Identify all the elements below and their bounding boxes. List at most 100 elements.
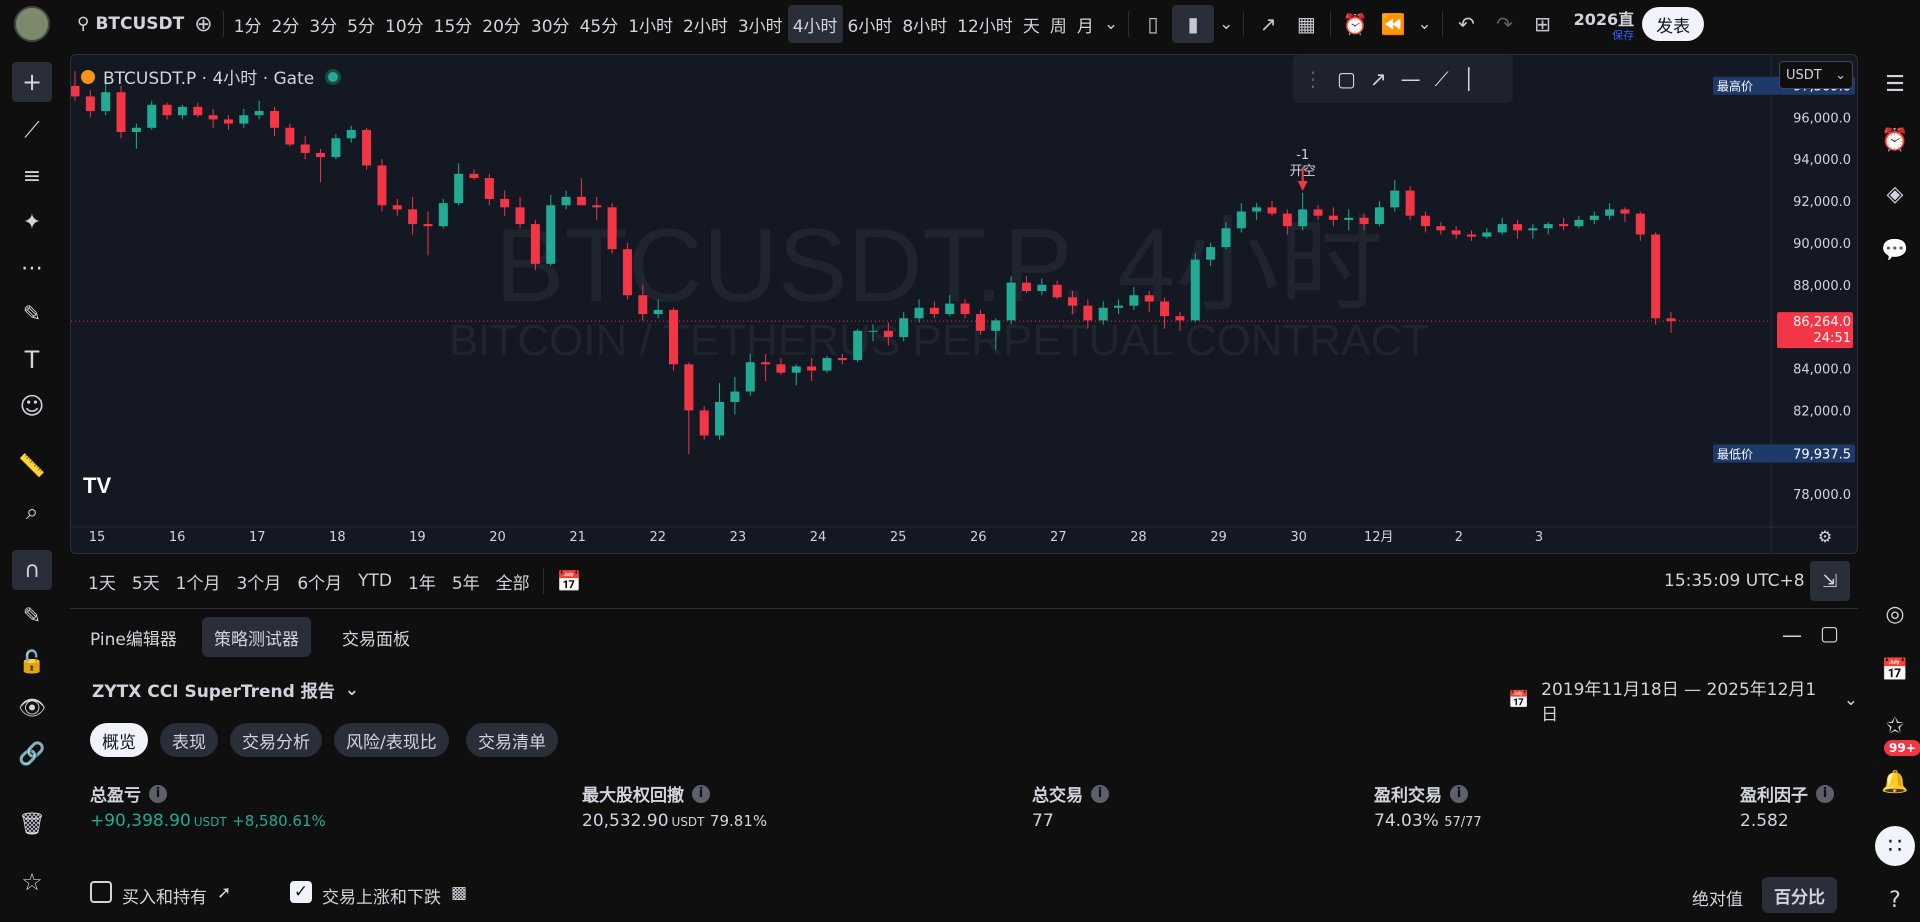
info-icon[interactable]: i xyxy=(1816,784,1834,803)
chevron-down-icon[interactable]: ⌄ xyxy=(1099,5,1123,43)
notifications-icon[interactable]: 🔔 xyxy=(1875,762,1915,802)
projection-icon[interactable]: ⋯ xyxy=(12,248,52,288)
candles-icon[interactable]: ▮ xyxy=(1172,5,1215,43)
clock-label[interactable]: 15:35:09 UTC+8 xyxy=(1664,571,1805,591)
info-icon[interactable]: i xyxy=(1450,784,1468,803)
eye-icon[interactable]: 👁 xyxy=(12,688,52,728)
interval-3[interactable]: 5分 xyxy=(342,5,380,43)
chart-area[interactable]: BTCUSDT.P, 4小时 BITCOIN / TETHERUS PERPETU… xyxy=(70,54,1858,554)
calendar-icon[interactable]: 📅 xyxy=(1875,650,1915,690)
magnet-icon[interactable]: ∩ xyxy=(12,550,52,590)
interval-9[interactable]: 1小时 xyxy=(623,5,678,43)
interval-12[interactable]: 4小时 xyxy=(787,5,843,43)
subtab-trade-list[interactable]: 交易清单 xyxy=(466,723,558,757)
zoom-icon[interactable]: ⌕ xyxy=(12,492,52,532)
goto-date-icon[interactable]: 📅 xyxy=(549,569,590,593)
subtab-risk-ratio[interactable]: 风险/表现比 xyxy=(334,723,449,757)
chat-icon[interactable]: 💬 xyxy=(1875,230,1915,270)
percent-toggle[interactable]: 百分比 xyxy=(1762,877,1837,913)
chevron-down-icon[interactable]: ⌄ xyxy=(1214,5,1238,43)
interval-17[interactable]: 周 xyxy=(1045,5,1072,43)
layers-icon[interactable]: ◈ xyxy=(1875,174,1915,214)
minimize-icon[interactable]: — xyxy=(1782,623,1802,647)
chart-canvas[interactable]: BTCUSDT.P, 4小时BITCOIN / TETHERUS PERPETU… xyxy=(71,55,1858,554)
interval-16[interactable]: 天 xyxy=(1018,5,1045,43)
replay-icon[interactable]: ⏪ xyxy=(1374,5,1412,43)
undo-icon[interactable]: ↶ xyxy=(1448,5,1486,43)
interval-2[interactable]: 3分 xyxy=(304,5,342,43)
info-icon[interactable]: i xyxy=(149,784,167,803)
bar-chart-icon[interactable]: ▯ xyxy=(1134,5,1172,43)
redo-icon[interactable]: ↷ xyxy=(1486,5,1524,43)
interval-14[interactable]: 8小时 xyxy=(897,5,952,43)
settings-gear-icon[interactable]: ⚙ xyxy=(1818,527,1832,546)
tab-strategy-tester[interactable]: 策略测试器 xyxy=(202,617,311,657)
lock-drawing-icon[interactable]: ✎ xyxy=(12,596,52,636)
subtab-performance[interactable]: 表现 xyxy=(160,723,218,757)
arrow-icon[interactable]: ↗ xyxy=(1370,67,1387,91)
add-symbol-button[interactable]: ⊕ xyxy=(189,5,217,43)
text-icon[interactable]: T xyxy=(12,340,52,380)
trash-icon[interactable]: 🗑 xyxy=(12,804,52,844)
user-avatar[interactable] xyxy=(14,6,50,42)
horizontal-ray-icon[interactable]: — xyxy=(1401,67,1421,91)
tab-pine-editor[interactable]: Pine编辑器 xyxy=(78,617,189,657)
auto-scale-icon[interactable]: ⇲ xyxy=(1810,561,1850,601)
report-title-button[interactable]: ZYTX CCI SuperTrend 报告 ⌄ xyxy=(92,677,359,703)
interval-11[interactable]: 3小时 xyxy=(733,5,788,43)
templates-icon[interactable]: ▦ xyxy=(1287,5,1325,43)
symbol-search-button[interactable]: ⚲ BTCUSDT xyxy=(72,5,189,43)
range-0[interactable]: 1天 xyxy=(80,569,124,594)
date-range-button[interactable]: 📅 2019年11月18日 — 2025年12月1日 ⌄ xyxy=(1508,675,1858,725)
interval-6[interactable]: 20分 xyxy=(477,5,526,43)
trades-runup-checkbox[interactable]: ✓ xyxy=(290,881,312,903)
interval-8[interactable]: 45分 xyxy=(575,5,624,43)
range-1[interactable]: 5天 xyxy=(124,569,168,594)
absolute-toggle[interactable]: 绝对值 xyxy=(1692,885,1743,910)
interval-15[interactable]: 12小时 xyxy=(952,5,1018,43)
ruler-icon[interactable]: 📏 xyxy=(12,446,52,486)
crosshair-icon[interactable]: + xyxy=(12,62,52,102)
apps-icon[interactable]: ∷ xyxy=(1875,826,1915,866)
line-icon[interactable]: ⟋ xyxy=(1435,67,1449,91)
chevron-down-icon[interactable]: ⌄ xyxy=(1412,5,1436,43)
publish-button[interactable]: 发表 xyxy=(1642,7,1705,41)
interval-18[interactable]: 月 xyxy=(1072,5,1099,43)
range-8[interactable]: 全部 xyxy=(488,569,538,594)
interval-0[interactable]: 1分 xyxy=(229,5,267,43)
interval-13[interactable]: 6小时 xyxy=(843,5,898,43)
pattern-icon[interactable]: ✦ xyxy=(12,202,52,242)
help-icon[interactable]: ? xyxy=(1875,880,1915,920)
target-icon[interactable]: ◎ xyxy=(1875,594,1915,634)
save-group[interactable]: 2026直 保存 xyxy=(1574,6,1635,43)
range-3[interactable]: 3个月 xyxy=(228,569,289,594)
trend-line-icon[interactable]: ⟋ xyxy=(12,110,52,150)
interval-1[interactable]: 2分 xyxy=(267,5,305,43)
link-icon[interactable]: 🔗 xyxy=(12,734,52,774)
layout-icon[interactable]: ⊞ xyxy=(1524,5,1562,43)
interval-5[interactable]: 15分 xyxy=(429,5,478,43)
range-4[interactable]: 6个月 xyxy=(289,569,350,594)
lock-icon[interactable]: 🔓 xyxy=(12,642,52,682)
subtab-overview[interactable]: 概览 xyxy=(90,723,148,757)
subtab-trade-analysis[interactable]: 交易分析 xyxy=(230,723,322,757)
emoji-icon[interactable]: ☺ xyxy=(12,386,52,426)
drag-handle-icon[interactable]: ⋮ xyxy=(1303,67,1323,91)
range-7[interactable]: 5年 xyxy=(444,569,488,594)
interval-4[interactable]: 10分 xyxy=(380,5,429,43)
info-icon[interactable]: i xyxy=(692,784,710,803)
vertical-line-icon[interactable]: │ xyxy=(1463,67,1475,91)
interval-7[interactable]: 30分 xyxy=(526,5,575,43)
watchlist-icon[interactable]: ☰ xyxy=(1875,64,1915,104)
tab-trading-panel[interactable]: 交易面板 xyxy=(330,617,422,657)
brush-icon[interactable]: ✎ xyxy=(12,294,52,334)
alert-icon[interactable]: ⏰ xyxy=(1336,5,1374,43)
interval-10[interactable]: 2小时 xyxy=(678,5,733,43)
maximize-icon[interactable]: ▢ xyxy=(1820,621,1839,645)
fib-icon[interactable]: ≡ xyxy=(12,156,52,196)
range-2[interactable]: 1个月 xyxy=(168,569,229,594)
alerts-clock-icon[interactable]: ⏰ xyxy=(1875,120,1915,160)
rectangle-icon[interactable]: ▢ xyxy=(1337,67,1356,91)
range-5[interactable]: YTD xyxy=(350,571,400,591)
star-icon[interactable]: ☆ xyxy=(12,862,52,902)
